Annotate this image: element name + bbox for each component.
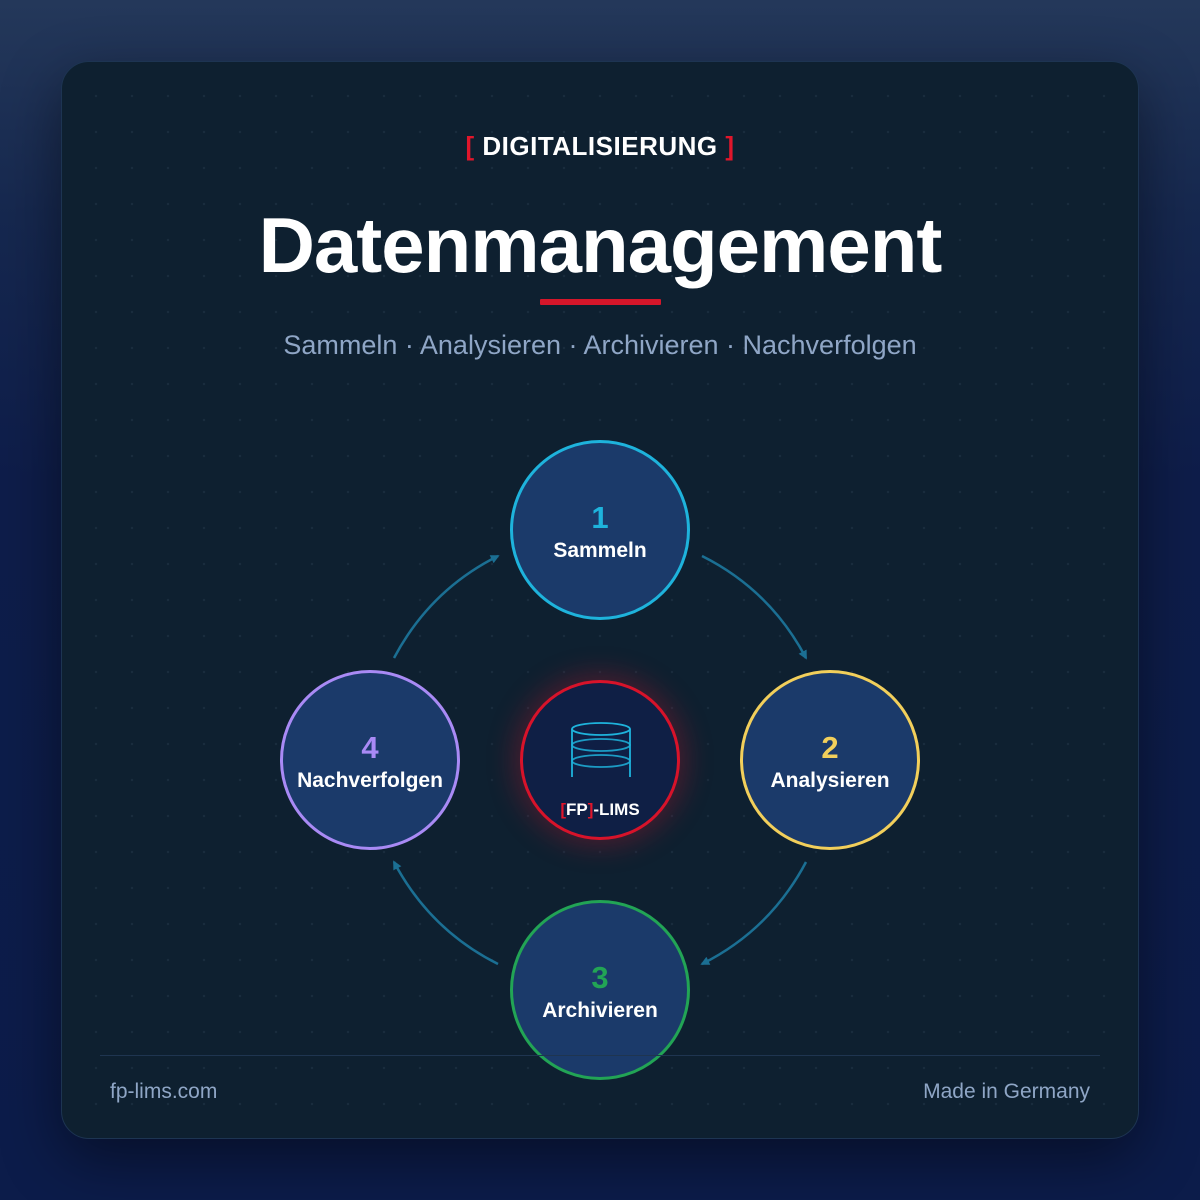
footer-divider (100, 1055, 1100, 1056)
step-label: Nachverfolgen (297, 768, 443, 792)
brand-name: FP (565, 800, 588, 819)
website-link[interactable]: fp-lims.com (110, 1080, 217, 1104)
cycle-step-1: 1 Sammeln (510, 440, 690, 620)
arrow-2-to-3 (700, 861, 808, 966)
brand-suffix: -LIMS (593, 800, 640, 819)
step-label: Analysieren (770, 768, 890, 792)
step-label: Archivieren (542, 998, 658, 1022)
cycle-step-2: 2 Analysieren (740, 670, 920, 850)
cycle-step-4: 4 Nachverfolgen (280, 670, 460, 850)
arrow-4-to-1 (392, 554, 500, 659)
step-number: 3 (591, 959, 609, 995)
step-label: Sammeln (553, 538, 647, 562)
database-icon (571, 722, 631, 777)
step-number: 2 (821, 729, 839, 765)
step-number: 1 (591, 499, 609, 535)
arrow-3-to-4 (392, 860, 499, 966)
cycle-step-3: 3 Archivieren (510, 900, 690, 1080)
step-number: 4 (361, 729, 379, 765)
center-hub: [FP]-LIMS (520, 680, 680, 840)
arrow-1-to-2 (701, 554, 808, 660)
brand-label: [FP]-LIMS (523, 800, 677, 820)
made-in-label: Made in Germany (923, 1080, 1090, 1103)
